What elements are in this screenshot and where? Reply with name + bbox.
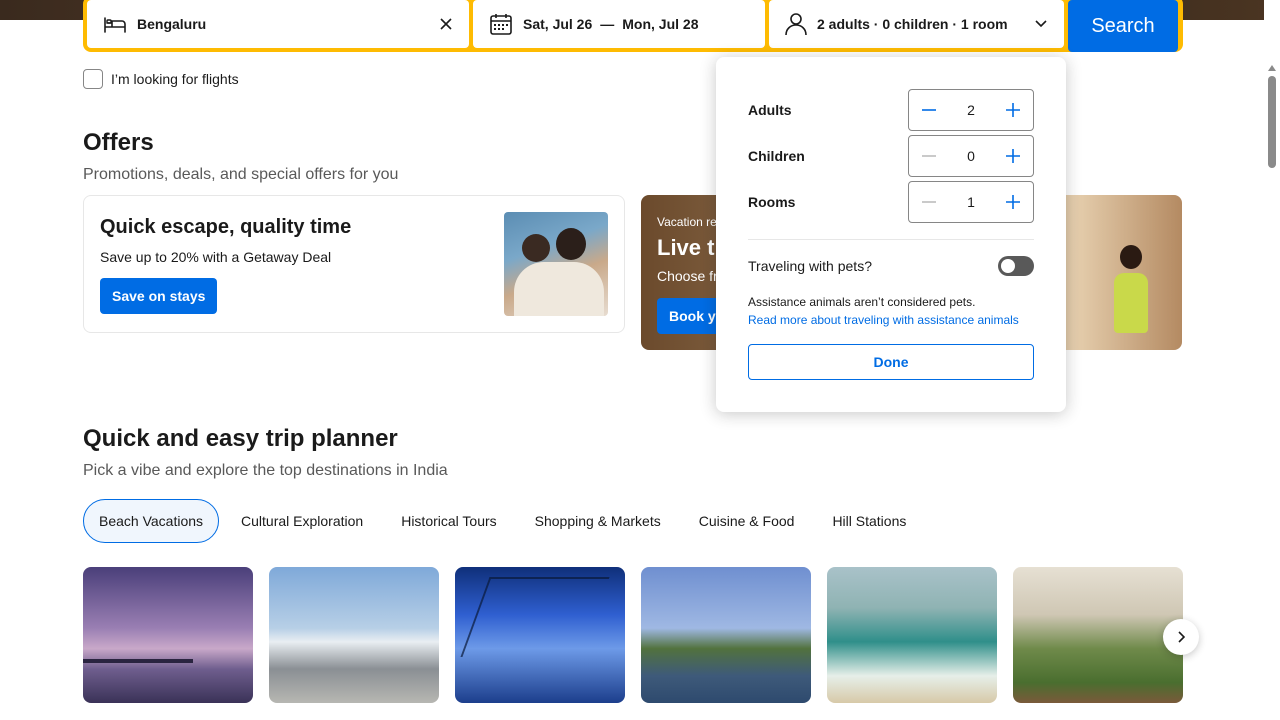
rooms-label: Rooms [748, 194, 796, 210]
offer-description: Save up to 20% with a Getaway Deal [100, 249, 332, 265]
rooms-value: 1 [967, 194, 975, 210]
guests-popup: Adults 2 Children 0 Rooms 1 Traveling wi… [716, 57, 1066, 412]
dates-field[interactable]: Sat, Jul 26 — Mon, Jul 28 [473, 0, 765, 48]
pets-toggle[interactable] [998, 256, 1034, 276]
tab-cuisine-food[interactable]: Cuisine & Food [683, 499, 811, 543]
destination-card[interactable] [827, 567, 997, 703]
vibe-tabs: Beach Vacations Cultural Exploration His… [83, 499, 922, 543]
tab-historical-tours[interactable]: Historical Tours [385, 499, 512, 543]
person-icon [785, 12, 807, 36]
tab-shopping-markets[interactable]: Shopping & Markets [519, 499, 677, 543]
offers-heading: Offers [83, 129, 154, 156]
tab-cultural-exploration[interactable]: Cultural Exploration [225, 499, 379, 543]
destination-gallery [83, 567, 1183, 703]
adults-label: Adults [748, 102, 792, 118]
chevron-down-icon [1034, 19, 1048, 29]
offers-subtitle: Promotions, deals, and special offers fo… [83, 166, 399, 183]
adults-row: Adults 2 [748, 89, 1034, 131]
search-button[interactable]: Search [1068, 0, 1178, 52]
destination-card[interactable] [641, 567, 811, 703]
popup-divider [748, 239, 1034, 240]
destination-card[interactable] [269, 567, 439, 703]
assistance-note: Assistance animals aren’t considered pet… [748, 295, 976, 309]
getaway-offer-card[interactable]: Quick escape, quality time Save up to 20… [83, 195, 625, 333]
minus-icon[interactable] [915, 188, 943, 216]
destination-card[interactable] [1013, 567, 1183, 703]
scroll-up-arrow[interactable] [1268, 58, 1276, 71]
flights-label: I’m looking for flights [111, 71, 239, 87]
save-on-stays-button[interactable]: Save on stays [100, 278, 218, 314]
minus-icon[interactable] [915, 142, 943, 170]
pets-row: Traveling with pets? [748, 256, 1034, 276]
checkin-date: Sat, Jul 26 [523, 16, 593, 32]
planner-heading: Quick and easy trip planner [83, 425, 398, 452]
flights-option[interactable]: I’m looking for flights [83, 69, 239, 89]
chevron-right-icon [1177, 631, 1185, 643]
offer-title: Quick escape, quality time [100, 216, 352, 238]
vacation-description: Choose fr [657, 268, 718, 284]
flights-checkbox[interactable] [83, 69, 103, 89]
destination-card[interactable] [83, 567, 253, 703]
planner-subtitle: Pick a vibe and explore the top destinat… [83, 462, 448, 479]
date-separator: — [600, 16, 615, 32]
destination-field[interactable]: Bengaluru [87, 0, 469, 48]
plus-icon[interactable] [999, 188, 1027, 216]
bed-icon [103, 14, 127, 34]
search-bar: Bengaluru Sat, Jul 26 — Mon, Jul 28 2 ad… [83, 0, 1183, 52]
children-label: Children [748, 148, 805, 164]
guests-summary: 2 adults · 0 children · 1 room [817, 16, 1008, 32]
tab-beach-vacations[interactable]: Beach Vacations [83, 499, 220, 543]
children-value: 0 [967, 148, 975, 164]
adults-stepper: 2 [908, 89, 1034, 131]
done-button[interactable]: Done [748, 344, 1034, 380]
adults-value: 2 [967, 102, 975, 118]
minus-icon[interactable] [915, 96, 943, 124]
carousel-next-button[interactable] [1163, 619, 1199, 655]
destination-card[interactable] [455, 567, 625, 703]
tab-hill-stations[interactable]: Hill Stations [816, 499, 922, 543]
checkout-date: Mon, Jul 28 [622, 16, 699, 32]
rooms-stepper: 1 [908, 181, 1034, 223]
children-row: Children 0 [748, 135, 1034, 177]
calendar-icon [489, 12, 513, 36]
destination-value: Bengaluru [137, 16, 207, 32]
assistance-animals-link[interactable]: Read more about traveling with assistanc… [748, 313, 1019, 327]
vacation-image-person [1111, 245, 1151, 345]
scrollbar-thumb[interactable] [1268, 76, 1276, 168]
plus-icon[interactable] [999, 96, 1027, 124]
guests-field[interactable]: 2 adults · 0 children · 1 room [769, 0, 1064, 48]
offer-image [504, 212, 608, 316]
clear-icon[interactable] [439, 17, 453, 31]
rooms-row: Rooms 1 [748, 181, 1034, 223]
pets-label: Traveling with pets? [748, 258, 872, 274]
children-stepper: 0 [908, 135, 1034, 177]
plus-icon[interactable] [999, 142, 1027, 170]
vacation-eyebrow: Vacation re [657, 215, 717, 229]
